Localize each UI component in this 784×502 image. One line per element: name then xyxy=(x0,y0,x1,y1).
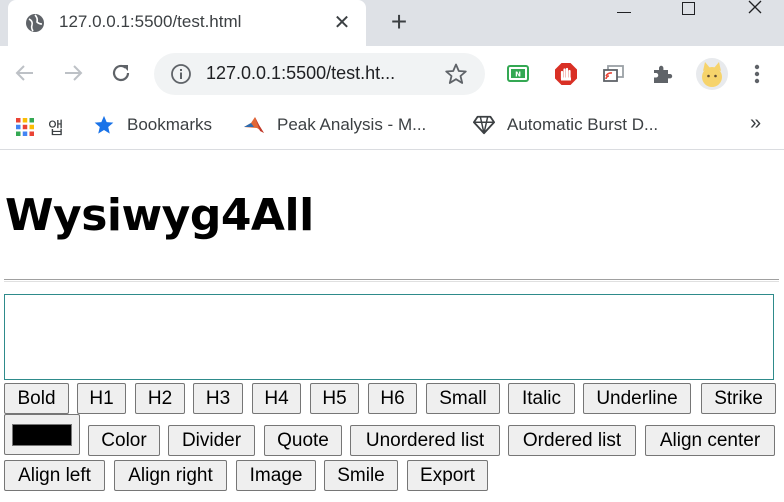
h4-button[interactable]: H4 xyxy=(252,383,301,414)
bookmark-label: 앱 xyxy=(48,119,64,138)
adblock-icon[interactable] xyxy=(552,60,580,88)
bookmark-peak-analysis[interactable]: Peak Analysis - M... xyxy=(243,114,426,136)
window-close-button[interactable] xyxy=(735,0,775,20)
url-text[interactable]: 127.0.0.1:5500/test.ht... xyxy=(206,63,395,84)
apps-grid-icon xyxy=(14,116,36,138)
maximize-button[interactable] xyxy=(668,0,708,20)
arrow-right-icon xyxy=(65,65,83,81)
export-button[interactable]: Export xyxy=(407,460,488,491)
align-left-button[interactable]: Align left xyxy=(4,460,105,491)
align-right-button[interactable]: Align right xyxy=(114,460,227,491)
matlab-icon xyxy=(243,114,265,136)
ordered-list-button[interactable]: Ordered list xyxy=(508,425,636,456)
unordered-list-button[interactable]: Unordered list xyxy=(350,425,500,456)
extensions-puzzle-icon[interactable] xyxy=(648,60,676,88)
tab-strip: 127.0.0.1:5500/test.html ✕ + xyxy=(0,0,784,46)
reload-button[interactable] xyxy=(106,58,136,88)
bookmark-apps[interactable]: 앱 xyxy=(14,114,64,139)
info-icon[interactable] xyxy=(170,63,192,85)
new-tab-button[interactable]: + xyxy=(385,6,413,37)
underline-button[interactable]: Underline xyxy=(583,383,691,414)
color-swatch xyxy=(12,423,72,446)
tab-title: 127.0.0.1:5500/test.html xyxy=(59,12,242,31)
bookmarks-bar: 앱 Bookmarks Peak Analysis - M... Automat… xyxy=(0,102,784,150)
reload-icon xyxy=(112,64,130,82)
divider xyxy=(4,279,779,282)
page-title: Wysiwyg4All xyxy=(5,190,314,241)
address-bar[interactable]: 127.0.0.1:5500/test.ht... xyxy=(154,53,485,95)
arrow-left-icon xyxy=(15,65,33,81)
italic-button[interactable]: Italic xyxy=(508,383,575,414)
bookmark-label: Bookmarks xyxy=(127,115,213,134)
more-bookmarks-chevron-icon[interactable]: » xyxy=(750,112,761,135)
browser-tab[interactable]: 127.0.0.1:5500/test.html ✕ xyxy=(8,0,366,46)
cast-icon[interactable] xyxy=(600,60,628,88)
browser-toolbar: 127.0.0.1:5500/test.ht... N xyxy=(0,46,784,102)
bookmark-star-icon[interactable] xyxy=(444,62,468,86)
smile-button[interactable]: Smile xyxy=(324,460,398,491)
wysiwyg-editor[interactable] xyxy=(4,294,774,380)
bookmark-label: Peak Analysis - M... xyxy=(277,115,427,134)
profile-avatar[interactable] xyxy=(696,58,728,90)
globe-icon xyxy=(26,14,44,32)
h3-button[interactable]: H3 xyxy=(193,383,243,414)
align-center-button[interactable]: Align center xyxy=(645,425,775,456)
minimize-icon xyxy=(617,11,631,13)
star-icon xyxy=(93,114,115,136)
h2-button[interactable]: H2 xyxy=(135,383,185,414)
image-button[interactable]: Image xyxy=(236,460,316,491)
bookmark-label: Automatic Burst D... xyxy=(507,115,659,134)
bookmark-bookmarks[interactable]: Bookmarks xyxy=(93,114,212,136)
forward-button[interactable] xyxy=(58,58,88,88)
bookmark-automatic-burst[interactable]: Automatic Burst D... xyxy=(473,114,658,136)
tab-close-icon[interactable]: ✕ xyxy=(330,10,354,34)
bold-button[interactable]: Bold xyxy=(4,383,69,414)
strike-button[interactable]: Strike xyxy=(701,383,776,414)
quote-button[interactable]: Quote xyxy=(264,425,342,456)
svg-text:N: N xyxy=(515,71,521,79)
close-icon xyxy=(748,0,762,14)
small-button[interactable]: Small xyxy=(426,383,500,414)
back-button[interactable] xyxy=(10,58,40,88)
h5-button[interactable]: H5 xyxy=(310,383,359,414)
diamond-logo-icon xyxy=(473,114,495,136)
minimize-button[interactable] xyxy=(604,0,644,20)
h6-button[interactable]: H6 xyxy=(368,383,417,414)
h1-button[interactable]: H1 xyxy=(77,383,126,414)
maximize-icon xyxy=(681,1,695,15)
color-picker[interactable] xyxy=(4,414,80,455)
divider-button[interactable]: Divider xyxy=(168,425,255,456)
color-button[interactable]: Color xyxy=(88,425,160,456)
menu-dots-icon[interactable] xyxy=(743,60,771,88)
extension-tv-icon[interactable]: N xyxy=(504,60,532,88)
